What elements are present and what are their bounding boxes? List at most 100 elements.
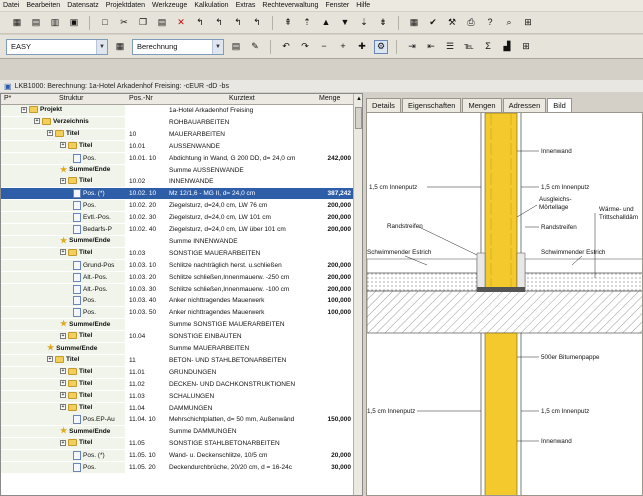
tree-node[interactable]: + Titel — [60, 379, 92, 387]
table-icon[interactable]: ▦ — [407, 16, 421, 30]
table-row[interactable]: + Titel 10.01 AUSSENWÄNDE — [1, 140, 353, 152]
indent-icon[interactable]: ⇥ — [405, 40, 419, 54]
tree-node[interactable]: + Verzeichnis — [34, 117, 89, 125]
insert-text-icon[interactable]: ↰ — [250, 16, 264, 30]
tree-node[interactable]: ★ Summe/Ende — [47, 344, 97, 352]
chart-icon[interactable]: ▥ — [48, 16, 62, 30]
menu-item-0[interactable]: Datei — [3, 2, 19, 9]
expand-icon[interactable]: + — [60, 404, 66, 410]
tab-eigenschaften[interactable]: Eigenschaften — [401, 98, 462, 112]
menu-item-5[interactable]: Kalkulation — [194, 2, 228, 9]
table-row[interactable]: Bedarfs-P 10.02. 40 Ziegelsturz, d=24,0 cm… — [1, 224, 353, 235]
chevron-down-icon[interactable]: ▼ — [96, 39, 107, 54]
table-row[interactable]: + Verzeichnis ROHBAUARBEITEN — [1, 116, 353, 128]
outdent-icon[interactable]: ⇤ — [424, 40, 438, 54]
move-down-icon[interactable]: ▼ — [338, 16, 352, 30]
tree-node[interactable]: Pos. (*) — [73, 189, 105, 199]
menu-item-6[interactable]: Extras — [236, 2, 256, 9]
scroll-up-icon[interactable]: ▲ — [354, 94, 362, 104]
table-row[interactable]: Alt.-Pos. 10.03. 30 Schlitze schließen,Inn… — [1, 283, 353, 295]
tree-node[interactable]: ★ Summe/Ende — [60, 165, 110, 174]
tree-node[interactable]: + Titel — [60, 403, 92, 411]
options-icon[interactable]: ⚙ — [374, 39, 388, 54]
menu-item-8[interactable]: Fenster — [325, 2, 349, 9]
sum-icon[interactable]: Σ — [481, 40, 495, 54]
tree-node[interactable]: Pos. — [73, 296, 96, 306]
expand-icon[interactable]: + — [60, 439, 66, 446]
table-row[interactable]: + Titel 11.05 SONSTIGE STAHLBETONARBEITEN — [1, 438, 353, 450]
print-icon[interactable]: ⎙ — [464, 16, 478, 30]
table-row[interactable]: Pos. 10.02. 20 Ziegelsturz, d=24,0 cm, LW … — [1, 200, 353, 212]
table-row[interactable]: + Titel 11.01 GRÜNDUNGEN — [1, 366, 353, 378]
tree-node[interactable]: + Titel — [60, 391, 92, 399]
table-row[interactable]: + Titel 11.04 DÄMMUNGEN — [1, 402, 353, 414]
chart-icon[interactable]: ▟ — [500, 40, 514, 54]
table-row[interactable]: + Titel 11 BETON- UND STAHLBETONARBEITEN — [1, 354, 353, 366]
table-row[interactable]: + Titel 11.02 DECKEN- UND DACHKONSTRUKTIONE… — [1, 378, 353, 390]
menu-item-1[interactable]: Bearbeiten — [26, 2, 60, 9]
expand-icon[interactable]: + — [21, 106, 27, 113]
page-icon[interactable]: ▤ — [229, 40, 243, 54]
grid-icon[interactable]: ⊞ — [519, 40, 533, 54]
table-row[interactable]: + Projekt 1a-Hotel Arkadenhof Freising — [1, 105, 353, 116]
move-up-icon[interactable]: ▲ — [319, 16, 333, 30]
tree-node[interactable]: ★ Summe/Ende — [60, 320, 110, 328]
table-row[interactable]: ★ Summe/Ende Summe AUSSENWÄNDE — [1, 164, 353, 176]
move-bottom-icon[interactable]: ⇟ — [376, 16, 390, 30]
move-down-many-icon[interactable]: ⇣ — [357, 16, 371, 30]
menu-item-2[interactable]: Datensatz — [67, 2, 99, 9]
tab-bild[interactable]: Bild — [547, 98, 572, 112]
tree-node[interactable]: Pos. — [73, 463, 96, 472]
tree-node[interactable]: Alt.-Pos. — [73, 272, 108, 282]
new-icon[interactable]: □ — [98, 16, 112, 30]
tab-mengen[interactable]: Mengen — [462, 98, 502, 112]
expand-icon[interactable]: + — [60, 249, 66, 256]
insert-sum-icon[interactable]: ↰ — [231, 16, 245, 30]
minus-icon[interactable]: − — [317, 40, 331, 54]
table-row[interactable]: + Titel 10.03 SONSTIGE MAUERARBEITEN — [1, 247, 353, 259]
mode-select[interactable]: EASY ▼ — [6, 38, 108, 55]
tree-node[interactable]: Pos.EP-Au — [73, 415, 115, 425]
tree-node[interactable]: Alt.-Pos. — [73, 284, 108, 294]
expand-icon[interactable]: + — [60, 142, 66, 149]
table-row[interactable]: Grund-Pos 10.03. 10 Schlitze nachträglich … — [1, 259, 353, 271]
table-row[interactable]: + Titel 10 MAUERARBEITEN — [1, 128, 353, 140]
insert-icon[interactable]: ✚ — [355, 40, 369, 54]
table-row[interactable]: + Titel 10.04 SONSTIGE EINBAUTEN — [1, 331, 353, 343]
insert-title-icon[interactable]: ↰ — [193, 16, 207, 30]
tree-node[interactable]: Evtl.-Pos. — [73, 213, 111, 223]
table-row[interactable]: Pos. 10.03. 50 Anker nichttragendes Mauerw… — [1, 307, 353, 319]
tree-node[interactable]: Pos. — [73, 153, 96, 163]
insert-pos-icon[interactable]: ↰ — [212, 16, 226, 30]
table-row[interactable]: Alt.-Pos. 10.03. 20 Schlitze schließen,Inn… — [1, 271, 353, 283]
tree-node[interactable]: + Titel — [60, 141, 92, 149]
table-row[interactable]: Evtl.-Pos. 10.02. 30 Ziegelsturz, d=24,0 c… — [1, 212, 353, 224]
table-row[interactable]: Pos.EP-Au 11.04. 10 Mehrschichtplatten, d=… — [1, 414, 353, 426]
move-up-many-icon[interactable]: ⇡ — [300, 16, 314, 30]
vertical-scrollbar[interactable]: ▲ — [353, 94, 362, 495]
menu-item-3[interactable]: Projektdaten — [106, 2, 145, 9]
table-row[interactable]: + Titel 10.02 INNENWÄNDE — [1, 176, 353, 188]
move-top-icon[interactable]: ⇞ — [281, 16, 295, 30]
table-row[interactable]: Pos. (*) 11.05. 10 Wand- u. Deckenschlitze… — [1, 450, 353, 462]
table-icon[interactable]: ▦ — [113, 40, 127, 54]
tab-details[interactable]: Details — [366, 98, 401, 112]
menu-item-4[interactable]: Werkzeuge — [152, 2, 187, 9]
scroll-thumb[interactable] — [355, 107, 362, 129]
expand-icon[interactable]: + — [60, 392, 66, 399]
paste-icon[interactable]: ▤ — [155, 16, 169, 30]
tree-node[interactable]: Pos. — [73, 308, 96, 318]
tab-adressen[interactable]: Adressen — [502, 98, 547, 112]
tree-node[interactable]: ★ Summe/Ende — [60, 427, 110, 435]
table-row[interactable]: Pos. 10.01. 10 Abdichtung in Wand, G 200 D… — [1, 152, 353, 164]
expand-icon[interactable]: + — [60, 368, 66, 375]
list-icon[interactable]: ▤ — [29, 16, 43, 30]
col-struktur[interactable]: Struktur — [59, 95, 84, 102]
col-kurztext[interactable]: Kurztext — [229, 95, 255, 102]
table-row[interactable]: Pos. (*) 10.02. 10 Mz 12/1,6 - MG II, d= 2… — [1, 188, 353, 200]
tree-node[interactable]: + Projekt — [21, 106, 62, 113]
check-icon[interactable]: ✔ — [426, 16, 440, 30]
chevron-down-icon[interactable]: ▼ — [212, 39, 223, 54]
table-row[interactable]: Pos. 10.03. 40 Anker nichttragendes Mauerw… — [1, 295, 353, 307]
expand-icon[interactable]: + — [60, 177, 66, 184]
